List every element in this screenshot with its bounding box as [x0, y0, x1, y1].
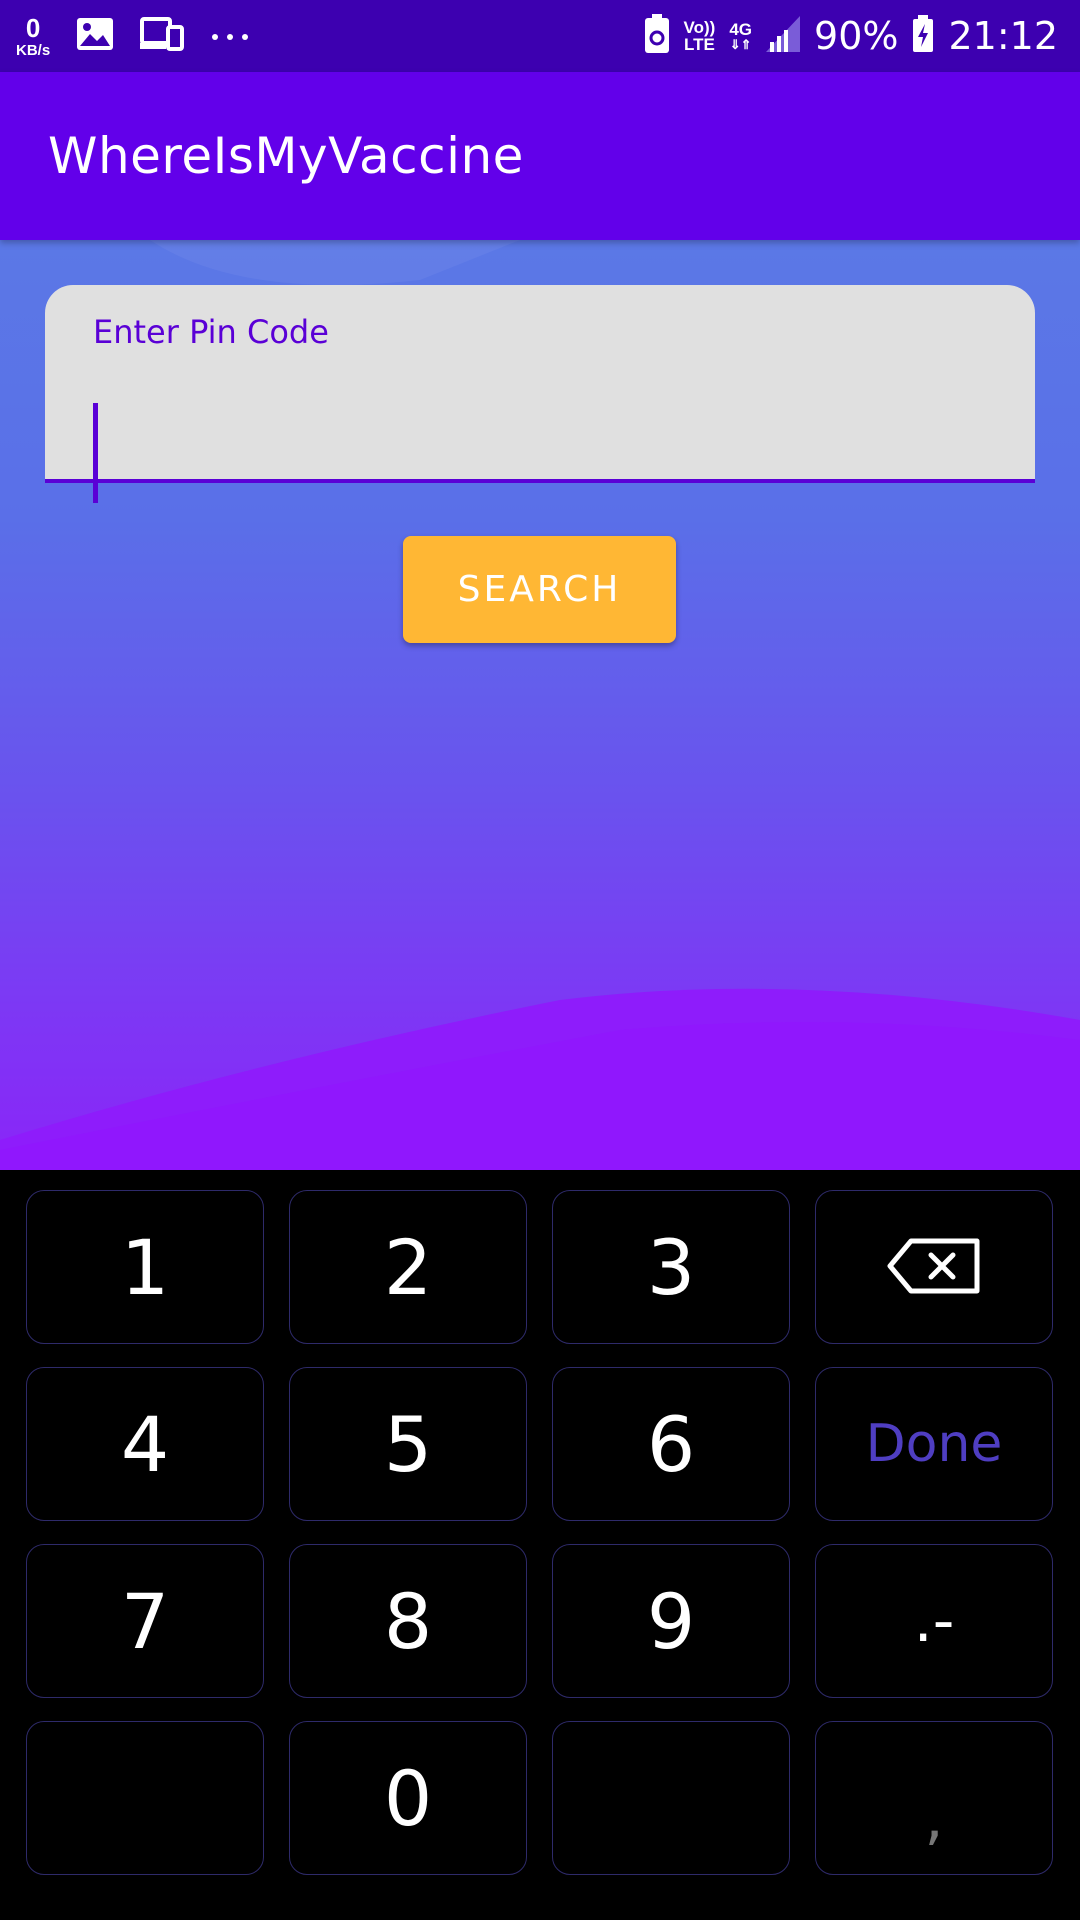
pin-code-field[interactable]: Enter Pin Code: [45, 285, 1035, 503]
app-bar: WhereIsMyVaccine: [0, 72, 1080, 240]
key-7[interactable]: 7: [26, 1544, 264, 1698]
network-type-indicator: 4G ⇓⇑: [729, 20, 753, 52]
app-title: WhereIsMyVaccine: [48, 127, 524, 185]
pin-code-label: Enter Pin Code: [93, 313, 329, 351]
signal-icon: [766, 16, 801, 56]
key-backspace[interactable]: [815, 1190, 1053, 1344]
main-content: Enter Pin Code SEARCH: [0, 240, 1080, 1170]
key-8[interactable]: 8: [289, 1544, 527, 1698]
backspace-icon: [887, 1223, 981, 1312]
key-5[interactable]: 5: [289, 1367, 527, 1521]
status-bar: 0 KB/s Vo)) LTE 4G ⇓⇑ 90% 21:12: [0, 0, 1080, 72]
key-0[interactable]: 0: [289, 1721, 527, 1875]
battery-icon: [912, 15, 934, 57]
clock: 21:12: [948, 14, 1058, 58]
network-type: 4G: [729, 20, 753, 39]
text-cursor: [93, 403, 98, 503]
key-6[interactable]: 6: [552, 1367, 790, 1521]
net-speed-unit: KB/s: [16, 41, 51, 59]
key-4[interactable]: 4: [26, 1367, 264, 1521]
key-1[interactable]: 1: [26, 1190, 264, 1344]
volte-indicator: Vo)) LTE: [684, 19, 716, 53]
status-right: Vo)) LTE 4G ⇓⇑ 90% 21:12: [644, 6, 1058, 66]
gallery-icon: [76, 17, 114, 55]
battery-percent: 90%: [814, 14, 899, 58]
search-button[interactable]: SEARCH: [403, 536, 676, 643]
more-dots-icon: [210, 27, 250, 46]
key-3[interactable]: 3: [552, 1190, 790, 1344]
key-dot-dash[interactable]: .-: [815, 1544, 1053, 1698]
volte-top: Vo)): [683, 18, 716, 37]
volte-bottom: LTE: [684, 35, 715, 54]
battery-saver-icon: [644, 14, 670, 58]
status-left: 0 KB/s: [16, 6, 250, 66]
net-speed: 0 KB/s: [16, 15, 50, 58]
key-9[interactable]: 9: [552, 1544, 790, 1698]
net-speed-value: 0: [25, 12, 41, 43]
key-empty-left[interactable]: [26, 1721, 264, 1875]
key-empty-right[interactable]: [552, 1721, 790, 1875]
key-comma[interactable]: ,: [815, 1721, 1053, 1875]
key-done[interactable]: Done: [815, 1367, 1053, 1521]
numeric-keyboard: 1 2 3 4 5 6 Done 7 8 9 .- 0 ,: [0, 1170, 1080, 1920]
key-2[interactable]: 2: [289, 1190, 527, 1344]
devices-icon: [140, 17, 185, 55]
